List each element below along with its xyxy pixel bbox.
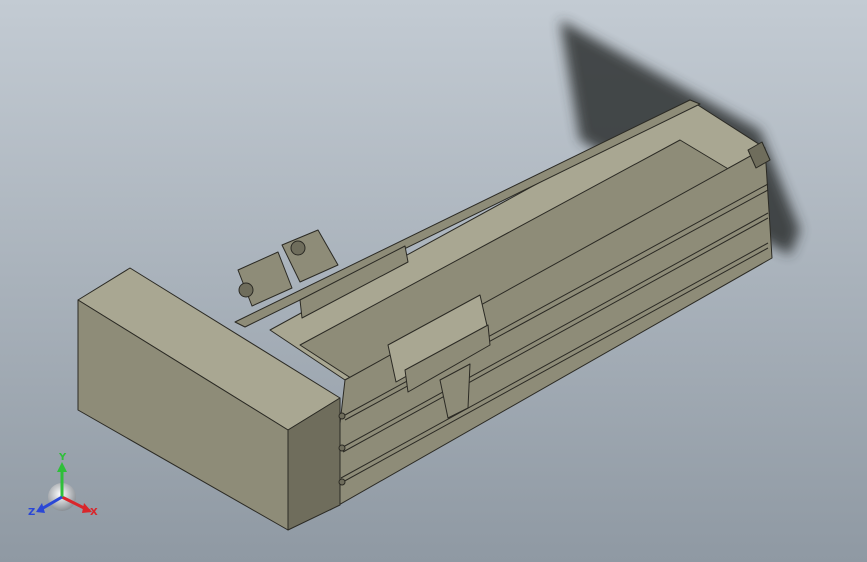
housing-bolt-3 [338,478,346,486]
triad-z-label: Z [28,507,35,518]
triad-x-label: X [90,507,98,518]
clamp-bolt-right [290,240,306,256]
model-scene: X Y Z [0,0,867,562]
triad-y-label: Y [58,452,67,463]
housing-bolt-2 [338,444,346,452]
cad-graphics-viewport[interactable]: X Y Z [0,0,867,562]
clamp-bolt-left [238,282,254,298]
housing-bolt-1 [338,412,346,420]
